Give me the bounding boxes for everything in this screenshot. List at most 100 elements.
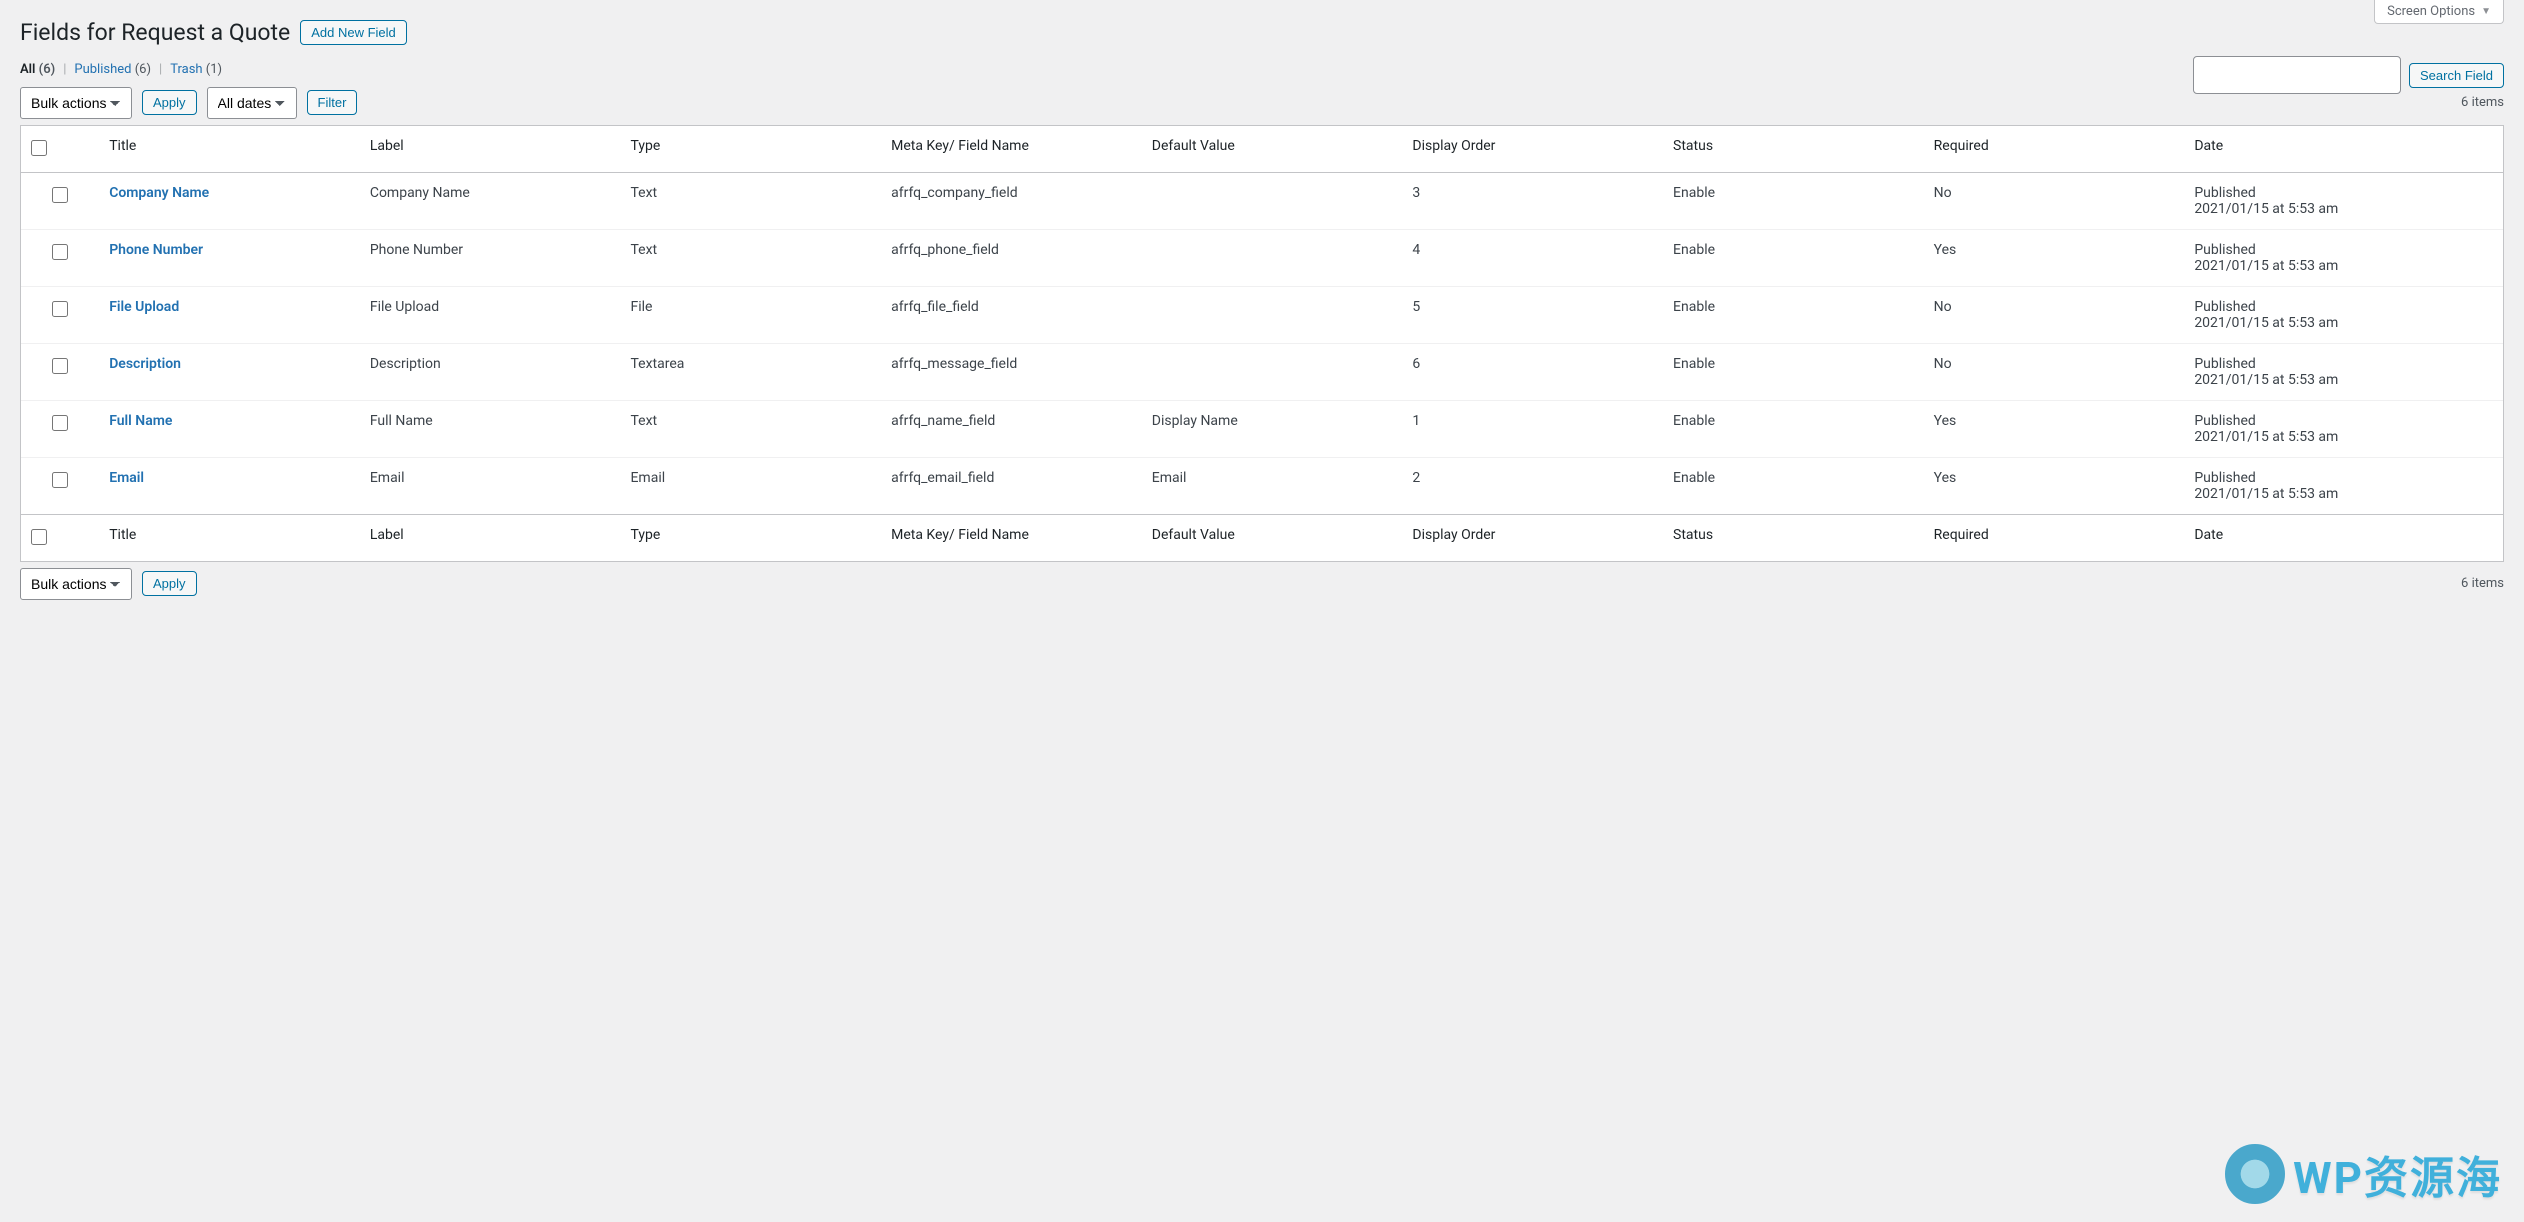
search-field-button[interactable]: Search Field <box>2409 63 2504 88</box>
row-type: Text <box>620 173 881 229</box>
row-required: Yes <box>1924 457 2185 514</box>
row-type: Email <box>620 457 881 514</box>
row-title-link[interactable]: Company Name <box>109 185 209 201</box>
row-required: No <box>1924 173 2185 229</box>
row-status: Enable <box>1663 229 1924 286</box>
col-order-foot: Display Order <box>1402 514 1663 561</box>
watermark: WP资源海 <box>2225 1142 2502 1206</box>
item-count-top: 6 items <box>2461 95 2504 110</box>
col-required-foot: Required <box>1924 514 2185 561</box>
table-row: DescriptionDescriptionTextareaafrfq_mess… <box>21 343 2503 400</box>
row-date: Published2021/01/15 at 5:53 am <box>2184 343 2503 400</box>
apply-button-bottom[interactable]: Apply <box>142 571 197 596</box>
col-title[interactable]: Title <box>99 126 360 173</box>
col-title-foot[interactable]: Title <box>99 514 360 561</box>
col-status-foot: Status <box>1663 514 1924 561</box>
fields-table: Title Label Type Meta Key/ Field Name De… <box>20 125 2504 562</box>
col-default: Default Value <box>1142 126 1403 173</box>
select-all-bottom[interactable] <box>31 529 47 545</box>
row-title-link[interactable]: Full Name <box>109 413 172 429</box>
wordpress-logo-icon <box>2225 1144 2285 1204</box>
row-checkbox[interactable] <box>52 301 68 317</box>
row-order: 1 <box>1402 400 1663 457</box>
row-label: Full Name <box>360 400 621 457</box>
row-status: Enable <box>1663 343 1924 400</box>
search-box: Search Field <box>2193 56 2504 94</box>
col-default-foot: Default Value <box>1142 514 1403 561</box>
page-title: Fields for Request a Quote <box>20 18 290 48</box>
row-default <box>1142 286 1403 343</box>
table-row: Full NameFull NameTextafrfq_name_fieldDi… <box>21 400 2503 457</box>
row-type: Text <box>620 400 881 457</box>
row-title-link[interactable]: Email <box>109 470 144 486</box>
select-all-top[interactable] <box>31 140 47 156</box>
table-row: File UploadFile UploadFileafrfq_file_fie… <box>21 286 2503 343</box>
view-all[interactable]: All (6) <box>20 62 55 77</box>
apply-button-top[interactable]: Apply <box>142 90 197 115</box>
row-title-link[interactable]: Description <box>109 356 181 372</box>
item-count-bottom: 6 items <box>2461 576 2504 591</box>
col-type-foot: Type <box>620 514 881 561</box>
row-date: Published2021/01/15 at 5:53 am <box>2184 173 2503 229</box>
row-default <box>1142 173 1403 229</box>
row-default: Email <box>1142 457 1403 514</box>
row-label: File Upload <box>360 286 621 343</box>
row-checkbox[interactable] <box>52 415 68 431</box>
col-date-foot[interactable]: Date <box>2184 514 2503 561</box>
row-date: Published2021/01/15 at 5:53 am <box>2184 457 2503 514</box>
row-date: Published2021/01/15 at 5:53 am <box>2184 229 2503 286</box>
bulk-actions-select-top[interactable]: Bulk actions <box>20 87 132 119</box>
row-type: Textarea <box>620 343 881 400</box>
col-label-foot: Label <box>360 514 621 561</box>
col-meta-foot: Meta Key/ Field Name <box>881 514 1142 561</box>
row-checkbox[interactable] <box>52 472 68 488</box>
row-required: No <box>1924 286 2185 343</box>
add-new-field-button[interactable]: Add New Field <box>300 20 407 45</box>
date-filter-select[interactable]: All dates <box>207 87 297 119</box>
row-default: Display Name <box>1142 400 1403 457</box>
row-checkbox[interactable] <box>52 358 68 374</box>
screen-options-toggle[interactable]: Screen Options ▼ <box>2374 0 2504 24</box>
row-checkbox[interactable] <box>52 244 68 260</box>
col-date[interactable]: Date <box>2184 126 2503 173</box>
row-title-link[interactable]: Phone Number <box>109 242 203 258</box>
row-status: Enable <box>1663 400 1924 457</box>
row-label: Email <box>360 457 621 514</box>
bulk-actions-select-bottom[interactable]: Bulk actions <box>20 568 132 600</box>
row-meta: afrfq_email_field <box>881 457 1142 514</box>
view-trash[interactable]: Trash (1) <box>170 62 222 77</box>
row-type: File <box>620 286 881 343</box>
col-type: Type <box>620 126 881 173</box>
row-meta: afrfq_file_field <box>881 286 1142 343</box>
search-input[interactable] <box>2193 56 2401 94</box>
row-checkbox[interactable] <box>52 187 68 203</box>
row-order: 4 <box>1402 229 1663 286</box>
tablenav-top: Bulk actions Apply All dates Filter 6 it… <box>20 87 2504 119</box>
row-required: Yes <box>1924 229 2185 286</box>
row-title-link[interactable]: File Upload <box>109 299 179 315</box>
row-label: Phone Number <box>360 229 621 286</box>
filter-button[interactable]: Filter <box>307 90 358 115</box>
row-order: 6 <box>1402 343 1663 400</box>
chevron-down-icon: ▼ <box>2481 6 2491 17</box>
screen-options-label: Screen Options <box>2387 4 2475 19</box>
row-meta: afrfq_phone_field <box>881 229 1142 286</box>
row-meta: afrfq_name_field <box>881 400 1142 457</box>
col-meta: Meta Key/ Field Name <box>881 126 1142 173</box>
row-status: Enable <box>1663 286 1924 343</box>
row-default <box>1142 229 1403 286</box>
table-row: EmailEmailEmailafrfq_email_fieldEmail2En… <box>21 457 2503 514</box>
view-published[interactable]: Published (6) <box>74 62 151 77</box>
table-row: Company NameCompany NameTextafrfq_compan… <box>21 173 2503 229</box>
row-date: Published2021/01/15 at 5:53 am <box>2184 400 2503 457</box>
col-status: Status <box>1663 126 1924 173</box>
row-label: Description <box>360 343 621 400</box>
row-status: Enable <box>1663 457 1924 514</box>
row-order: 2 <box>1402 457 1663 514</box>
table-row: Phone NumberPhone NumberTextafrfq_phone_… <box>21 229 2503 286</box>
row-order: 3 <box>1402 173 1663 229</box>
view-filters: All (6) | Published (6) | Trash (1) <box>20 62 2504 77</box>
row-status: Enable <box>1663 173 1924 229</box>
row-meta: afrfq_company_field <box>881 173 1142 229</box>
row-type: Text <box>620 229 881 286</box>
